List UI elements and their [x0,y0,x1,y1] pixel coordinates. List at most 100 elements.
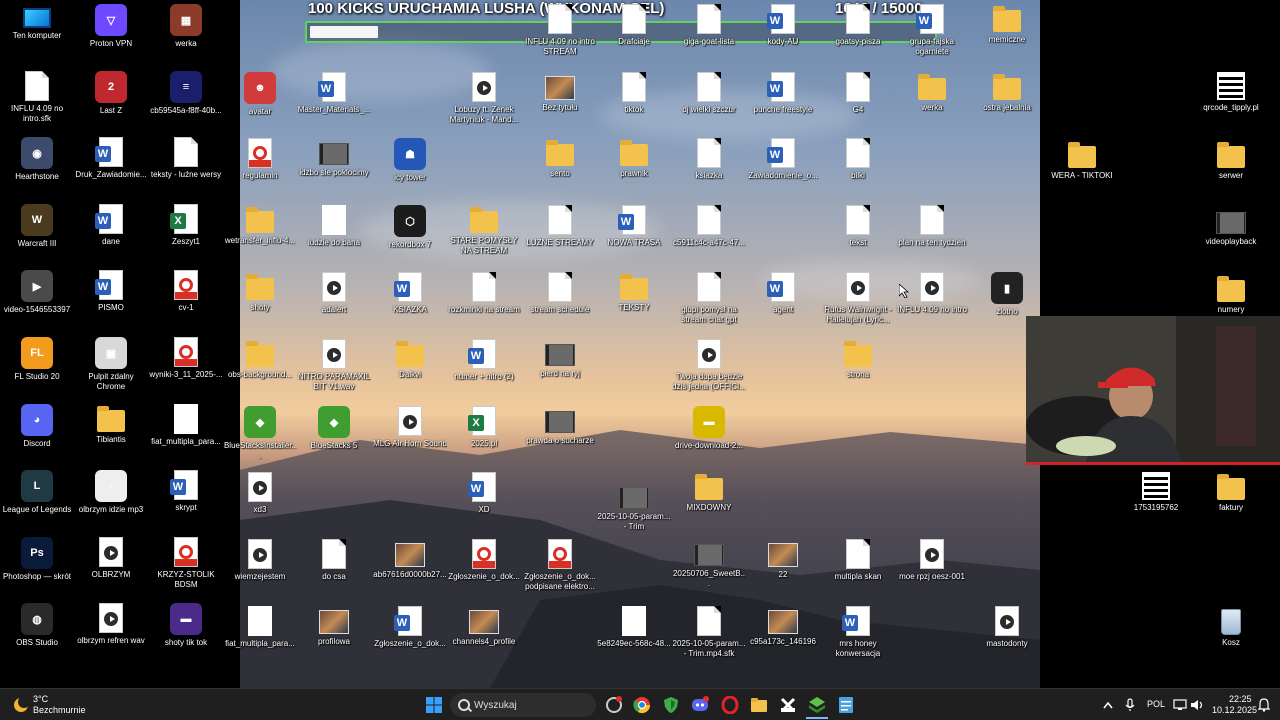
desktop-icon-bilki[interactable]: bilki [821,138,895,181]
desktop-icon-kody-au[interactable]: kody-AU [746,4,820,47]
desktop-icon-krzyz-stolik-bdsm[interactable]: KRZYZ-STOLIK BDSM [149,536,223,590]
desktop-icon-drive-download-2[interactable]: ▬ drive-download-2... [672,406,746,451]
notepad-icon[interactable] [835,693,857,717]
desktop-icon-rufus-wainwright-hallelujah-ly[interactable]: Rufus Wainwright - Hallelujah (Lyric... [821,272,895,325]
desktop-icon-zeszyt1[interactable]: Zeszyt1 [149,203,223,247]
desktop-icon-zg-oszenie-o-dok[interactable]: Zgłoszenie_o_dok... [447,539,521,582]
desktop-icon-obs-background[interactable]: obs-background... [223,339,297,380]
desktop-icon-rekordbox-7[interactable]: ⬡ rekordbox 7 [373,205,447,250]
desktop-icon-strona[interactable]: strona [821,339,895,380]
desktop-icon-g4[interactable]: G4 [821,72,895,115]
desktop-icon-numery[interactable]: numery [1194,274,1268,315]
chevron-up-icon[interactable] [1100,693,1116,717]
desktop-icon-channels4-profile[interactable]: channels4_profile [447,606,521,647]
desktop-icon-wyniki-3-11-2025[interactable]: wyniki-3_11_2025-... [149,337,223,380]
desktop-icon-teksty[interactable]: TEKSTY [597,272,671,313]
desktop-icon-zlotno[interactable]: ▮ zlotno [970,272,1044,317]
desktop-icon-pismo[interactable]: PISMO [74,270,148,313]
desktop-icon-proton-vpn[interactable]: ▽ Proton VPN [74,4,148,49]
desktop-icon-influ-4-09-no-intro-sfk[interactable]: INFLU 4.09 no intro.sfk [0,70,74,124]
desktop-icon-pulpit-zdalny-chrome[interactable]: ▣ Pulpit zdalny Chrome [74,337,148,392]
desktop-icon-master-materials[interactable]: Master_Materials_... [297,72,371,115]
desktop-icon-skrypt[interactable]: skrypt [149,470,223,513]
taskbar-search-box[interactable]: Wyszukaj [450,693,596,717]
desktop-icon-20250706-sweetb[interactable]: 20250706_SweetB... [672,539,746,589]
file-explorer-icon[interactable] [748,693,770,717]
desktop-icon-goatsy-pisza[interactable]: goatsy-pisza [821,4,895,47]
desktop-icon-c95a173c-146196[interactable]: c95a173c_146196 [746,606,820,647]
desktop-icon-nowa-trasa[interactable]: NOWA TRASA [597,205,671,248]
desktop-icon-werka[interactable]: werka [895,72,969,113]
desktop-icon-ten-komputer[interactable]: Ten komputer [0,4,74,41]
desktop-icon-tiktok[interactable]: tiktok [597,72,671,115]
desktop-icon-qrcode-tipply-pl[interactable]: qrcode_tipply.pl [1194,72,1268,113]
desktop-icon-lobuzy-ft-zenek-martyniuk-mand[interactable]: Lobuzy ft. Zenek Martyniuk - Mand... [447,72,521,125]
desktop-icon-xd3[interactable]: xd3 [223,472,297,515]
desktop-icon-pierd-na-ryj[interactable]: pierd na ryj [523,339,597,379]
opera-icon[interactable] [719,693,741,717]
desktop-icon-2025-10-05-param-trim[interactable]: 2025-10-05-param... - Trim [597,482,671,532]
desktop-icon-memiczne[interactable]: memiczne [970,4,1044,45]
desktop-icon-5e8249ec-568c-48[interactable]: 5e8249ec-568c-48... [597,606,671,649]
desktop-icon-punche-freestyle[interactable]: punche freestyle [746,72,820,115]
desktop-icon-olbrzym-refren-wav[interactable]: olbrzym refren wav [74,603,148,646]
desktop-icon-lu-ne-streamy[interactable]: LUŹNE STREAMY [523,205,597,248]
desktop-icon-cv-1[interactable]: cv-1 [149,270,223,313]
start-button[interactable] [423,693,445,717]
desktop-icon-rozkminki-na-stream[interactable]: rozkminki na stream [447,272,521,315]
desktop-icon-mixdowny[interactable]: MIXDOWNY [672,472,746,513]
desktop-icon-2025-10-05-param-trim-mp4-sfk[interactable]: 2025-10-05-param... - Trim.mp4.sfk [672,606,746,659]
desktop-icon-c5911c4c-a47c-47[interactable]: c5911c4c-a47c-47... [672,205,746,248]
desktop-icon-sento[interactable]: sento [523,138,597,179]
desktop-icon-photoshop-skr-t[interactable]: Ps Photoshop — skrót [0,536,74,582]
desktop-icon-dj-wielki-szczur[interactable]: dj wielki szczur [672,72,746,115]
desktop-icon-zawiadomienie-o[interactable]: Zawiadomienie_o... [746,138,820,181]
bluestacks-icon[interactable] [806,693,828,719]
desktop-icon-adalert[interactable]: adalert [297,272,371,315]
desktop-icon-glupi-pomysl-na-stream-chat-gp[interactable]: glupi pomysl na stream chat gpt [672,272,746,325]
clock-time[interactable]: 22:25 [1229,694,1252,704]
language-indicator[interactable]: POL [1147,699,1165,709]
desktop-icon-dalkvi[interactable]: Dalkvi [373,339,447,380]
desktop-icon-videoplayback[interactable]: videoplayback [1194,207,1268,247]
desktop-icon-agent[interactable]: agent [746,272,820,315]
discord-icon[interactable] [689,693,711,717]
desktop-icon-grupa-fajska-ogarniete[interactable]: grupa-fajska ogarniete [895,4,969,57]
desktop-icon-mrs-honey-konwersacja[interactable]: mrs honey konwersacja [821,606,895,659]
desktop-icon-fiat-multipla-para[interactable]: fiat_multipla_para... [149,403,223,447]
desktop-icon-zg-oszenie-o-dok-podpisane-ele[interactable]: Zgłoszenie_o_dok... podpisane elektro... [523,539,597,592]
desktop-icon-fiat-multipla-para[interactable]: fiat_multipla_para... [223,606,297,649]
desktop-icon-1753195762[interactable]: 1753195762 [1119,472,1193,513]
desktop-icon-wetransfer-influ-4[interactable]: wetransfer_influ-4... [223,205,297,246]
desktop-icon-fl-studio-20[interactable]: FL FL Studio 20 [0,337,74,382]
desktop-icon-cb59545a-f8ff-40b[interactable]: ≡ cb59545a-f8ff-40b... [149,70,223,116]
desktop-icon-bez-tytu-u[interactable]: Bez tytułu [523,72,597,113]
desktop-icon-icy-tower[interactable]: ☗ icy tower [373,138,447,183]
microphone-icon[interactable] [1122,693,1138,717]
desktop-icon-werka[interactable]: ▦ werka [149,4,223,49]
desktop-icon-video-1546553397[interactable]: ▶ video-1546553397 [0,270,74,315]
desktop-icon-dane[interactable]: dane [74,203,148,247]
desktop-icon-avatar[interactable]: ☻ avatar [223,72,297,117]
desktop-icon-do-csa[interactable]: do csa [297,539,371,582]
desktop-icon-wera-tiktoki[interactable]: WERA - TIKTOKI [1045,140,1119,181]
desktop-icon-wiemzejestem[interactable]: wiemzejestem [223,539,297,582]
volume-icon[interactable] [1189,693,1205,717]
desktop-icon-olbrzym-idzie-mp3[interactable]: ♪ olbrzym idzie mp3 [74,470,148,515]
desktop-icon-bluestacks-5[interactable]: ◆ BlueStacks 5 [297,406,371,451]
desktop-icon-ludzie-do-bana[interactable]: ludzie do bana [297,205,371,248]
desktop-icon-teksty-lu-ne-wersy[interactable]: teksty - luźne wersy [149,137,223,180]
desktop-icon-last-z[interactable]: 2 Last Z [74,70,148,116]
desktop-icon-tekst[interactable]: tekst [821,205,895,248]
desktop-icon-shoty-tik-tok[interactable]: ▬ shoty tik tok [149,603,223,648]
copilot-icon[interactable] [603,693,625,717]
desktop-icon-serwer[interactable]: serwer [1194,140,1268,181]
desktop-icon-22[interactable]: 22 [746,539,820,580]
weather-moon-icon[interactable] [10,693,32,717]
desktop-icon-giga-goat-lista[interactable]: giga-goat-lista [672,4,746,47]
clock-date[interactable]: 10.12.2025 [1212,705,1257,715]
desktop-icon-stare-pomys-y-na-stream[interactable]: STARE POMYSŁY NA STREAM [447,205,521,256]
desktop-icon-olbrzym[interactable]: OLBRZYM [74,536,148,580]
desktop-icon-obs-studio[interactable]: ◍ OBS Studio [0,603,74,648]
desktop-icon-regulamin[interactable]: regulamin [223,138,297,181]
